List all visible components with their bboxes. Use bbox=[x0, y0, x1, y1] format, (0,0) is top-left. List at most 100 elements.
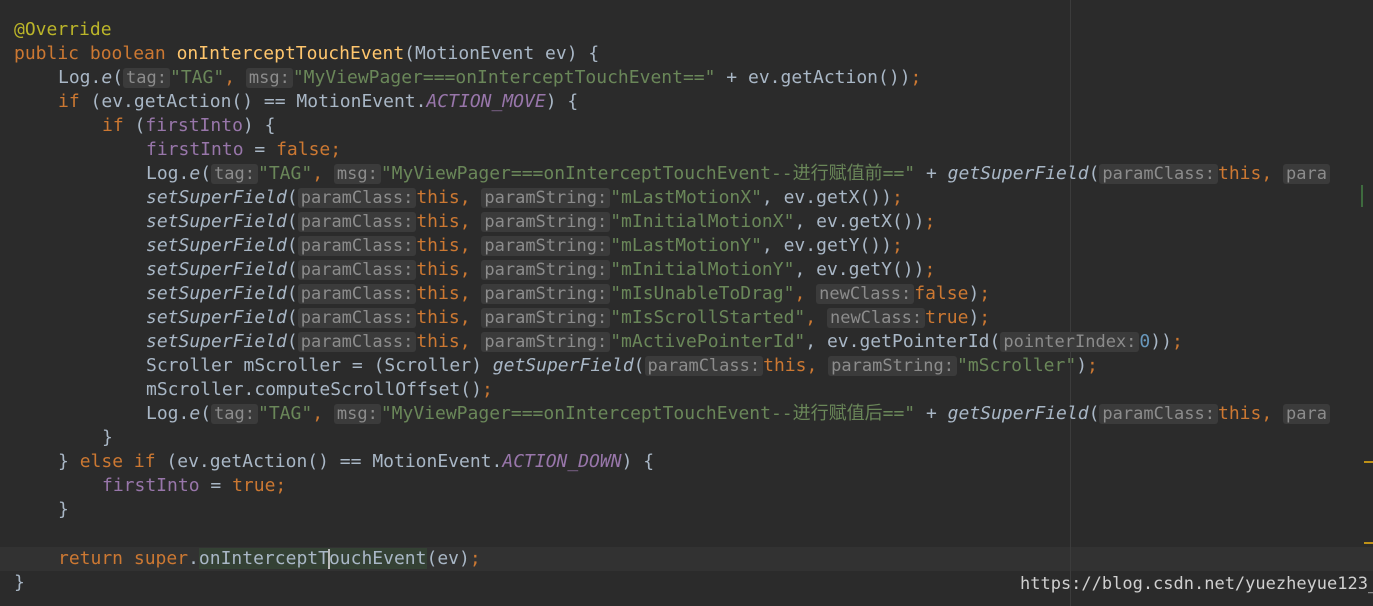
code-text: , bbox=[459, 187, 482, 208]
code-line-7[interactable]: Log.e(tag: "TAG", msg: "MyViewPager===onIn… bbox=[146, 162, 1330, 186]
code-line-12[interactable]: setSuperField(paramClass: this, paramStri… bbox=[146, 282, 990, 306]
code-text: , bbox=[459, 211, 482, 232]
change-marker[interactable] bbox=[1361, 185, 1363, 207]
code-text: ) { bbox=[545, 91, 579, 112]
code-text: + bbox=[915, 403, 948, 424]
code-text: ( bbox=[286, 187, 298, 208]
param-hint: msg: bbox=[333, 164, 381, 184]
code-line-10[interactable]: setSuperField(paramClass: this, paramStri… bbox=[146, 234, 903, 258]
method-call: getSuperField bbox=[947, 163, 1089, 184]
warning-marker[interactable] bbox=[1364, 542, 1373, 544]
code-text: Scroller mScroller = (Scroller) bbox=[146, 355, 493, 376]
string-literal: "mLastMotionY" bbox=[610, 235, 762, 256]
string-literal: "mScroller" bbox=[956, 355, 1077, 376]
code-line-19[interactable]: } else if (ev.getAction() == MotionEvent… bbox=[58, 450, 654, 474]
method-call: setSuperField bbox=[146, 211, 287, 232]
code-line-14[interactable]: setSuperField(paramClass: this, paramStri… bbox=[146, 330, 1183, 354]
param-hint: paramString: bbox=[828, 356, 957, 376]
param-hint: paramClass: bbox=[297, 308, 417, 328]
code-text: ) bbox=[968, 307, 980, 328]
keyword: false bbox=[914, 283, 969, 304]
keyword: false bbox=[276, 139, 331, 160]
code-text: ) bbox=[1076, 355, 1088, 376]
code-text: + bbox=[915, 163, 948, 184]
method-call: e bbox=[189, 163, 201, 184]
param-hint: paramClass: bbox=[297, 284, 417, 304]
param-hint: newClass: bbox=[816, 284, 915, 304]
code-line-16[interactable]: mScroller.computeScrollOffset(); bbox=[146, 378, 493, 402]
code-text: , bbox=[805, 307, 827, 328]
param-hint: tag: bbox=[123, 68, 170, 88]
code-text: , bbox=[459, 235, 482, 256]
param-hint: tag: bbox=[211, 164, 258, 184]
code-line-9[interactable]: setSuperField(paramClass: this, paramStri… bbox=[146, 210, 935, 234]
code-text: (ev.getAction() == MotionEvent. bbox=[155, 451, 503, 472]
code-line-15[interactable]: Scroller mScroller = (Scroller) getSuper… bbox=[146, 354, 1098, 378]
code-line-17[interactable]: Log.e(tag: "TAG", msg: "MyViewPager===onIn… bbox=[146, 402, 1330, 426]
code-text: Log. bbox=[146, 403, 190, 424]
code-text: } bbox=[14, 572, 25, 593]
code-line-6[interactable]: firstInto = false; bbox=[146, 138, 341, 162]
method-call: setSuperField bbox=[146, 307, 287, 328]
code-line-8[interactable]: setSuperField(paramClass: this, paramStri… bbox=[146, 186, 903, 210]
code-line-3[interactable]: Log.e(tag: "TAG", msg: "MyViewPager===onIn… bbox=[58, 66, 921, 90]
code-text: } bbox=[58, 499, 69, 520]
method-call: setSuperField bbox=[146, 259, 287, 280]
code-text: (ev) bbox=[426, 548, 470, 569]
string-literal: "MyViewPager===onInterceptTouchEvent--进行… bbox=[380, 403, 916, 424]
code-text: } bbox=[58, 451, 69, 472]
keyword: if bbox=[133, 451, 156, 472]
code-line-11[interactable]: setSuperField(paramClass: this, paramStri… bbox=[146, 258, 935, 282]
method-call: setSuperField bbox=[146, 283, 287, 304]
code-text: (MotionEvent ev) { bbox=[404, 43, 600, 64]
param-hint: paramClass: bbox=[297, 188, 417, 208]
code-text: , bbox=[459, 307, 482, 328]
keyword: this bbox=[1218, 163, 1262, 184]
constant-field: ACTION_MOVE bbox=[426, 91, 546, 112]
semicolon: ; bbox=[469, 548, 481, 569]
identifier-part: onInterceptT bbox=[198, 548, 329, 569]
method-call: getSuperField bbox=[947, 403, 1089, 424]
keyword: boolean bbox=[89, 43, 166, 64]
keyword: if bbox=[58, 91, 80, 112]
code-text: ( bbox=[1088, 403, 1100, 424]
string-literal: "TAG" bbox=[258, 163, 313, 184]
code-text: } bbox=[102, 427, 113, 448]
semicolon: ; bbox=[924, 259, 936, 280]
identifier-part: ouchEvent bbox=[328, 548, 427, 569]
code-text: ( bbox=[200, 163, 212, 184]
string-literal: "mLastMotionX" bbox=[610, 187, 762, 208]
code-line-13[interactable]: setSuperField(paramClass: this, paramStri… bbox=[146, 306, 990, 330]
annotation: @Override bbox=[14, 19, 112, 40]
keyword: this bbox=[416, 307, 460, 328]
semicolon: ; bbox=[979, 283, 991, 304]
method-call: setSuperField bbox=[146, 187, 287, 208]
code-line-18[interactable]: } bbox=[102, 426, 113, 450]
highlighted-identifier: onInterceptTouchEvent bbox=[198, 548, 427, 569]
code-line-2[interactable]: public boolean onInterceptTouchEvent(Mot… bbox=[14, 42, 599, 66]
code-line-21[interactable]: } bbox=[58, 498, 69, 522]
code-editor[interactable]: @Override public boolean onInterceptTouc… bbox=[0, 0, 1373, 606]
semicolon: ; bbox=[275, 475, 287, 496]
code-line-23[interactable]: return super.onInterceptTouchEvent(ev); bbox=[58, 547, 481, 571]
code-text: = bbox=[199, 475, 233, 496]
param-hint: para bbox=[1283, 164, 1330, 184]
code-text: , ev.getX()) bbox=[794, 211, 925, 232]
code-line-4[interactable]: if (ev.getAction() == MotionEvent.ACTION… bbox=[58, 90, 578, 114]
code-text: ) bbox=[968, 283, 980, 304]
semicolon: ; bbox=[891, 235, 903, 256]
code-line-5[interactable]: if (firstInto) { bbox=[102, 114, 275, 138]
code-text: , ev.getY()) bbox=[794, 259, 925, 280]
watermark: https://blog.csdn.net/yuezheyue123_ bbox=[1020, 574, 1373, 594]
method-call: getSuperField bbox=[492, 355, 634, 376]
warning-marker[interactable] bbox=[1364, 461, 1373, 463]
code-line-24[interactable]: } bbox=[14, 571, 25, 595]
param-hint: paramClass: bbox=[297, 236, 417, 256]
param-hint: paramClass: bbox=[297, 212, 417, 232]
keyword: this bbox=[416, 211, 460, 232]
keyword: this bbox=[416, 331, 460, 352]
code-line-1[interactable]: @Override bbox=[14, 18, 112, 42]
string-literal: "TAG" bbox=[170, 67, 225, 88]
param-hint: msg: bbox=[245, 68, 293, 88]
code-line-20[interactable]: firstInto = true; bbox=[102, 474, 286, 498]
